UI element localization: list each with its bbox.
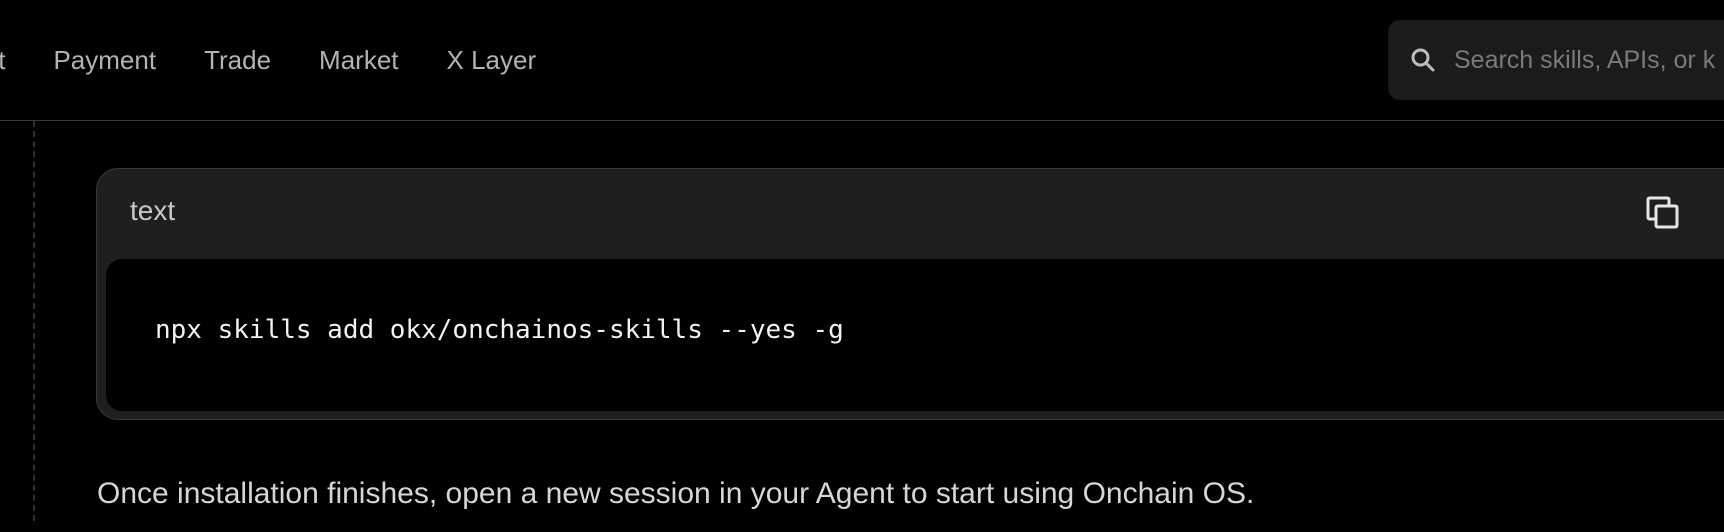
code-block: text npx skills add okx/onchainos-skills… — [96, 168, 1724, 420]
search-icon — [1411, 48, 1435, 72]
code-language-label: text — [130, 195, 176, 226]
top-navigation-bar: let Payment Trade Market X Layer — [0, 0, 1724, 121]
docs-page: let Payment Trade Market X Layer text np… — [0, 0, 1724, 532]
search-box[interactable] — [1388, 20, 1724, 100]
code-command: npx skills add okx/onchainos-skills --ye… — [155, 315, 844, 345]
main-nav: let Payment Trade Market X Layer — [0, 0, 584, 120]
nav-item-trade[interactable]: Trade — [204, 45, 271, 76]
copy-icon[interactable] — [1645, 195, 1681, 231]
nav-item-wallet[interactable]: let — [0, 45, 5, 76]
nav-item-payment[interactable]: Payment — [53, 45, 156, 76]
code-body: npx skills add okx/onchainos-skills --ye… — [106, 259, 1724, 411]
instruction-paragraph: Once installation finishes, open a new s… — [97, 477, 1255, 510]
nav-item-market[interactable]: Market — [319, 45, 398, 76]
step-connector-line — [33, 121, 35, 521]
search-input[interactable] — [1452, 44, 1724, 76]
clipped-previous-text — [97, 121, 1347, 133]
nav-item-x-layer[interactable]: X Layer — [447, 45, 537, 76]
